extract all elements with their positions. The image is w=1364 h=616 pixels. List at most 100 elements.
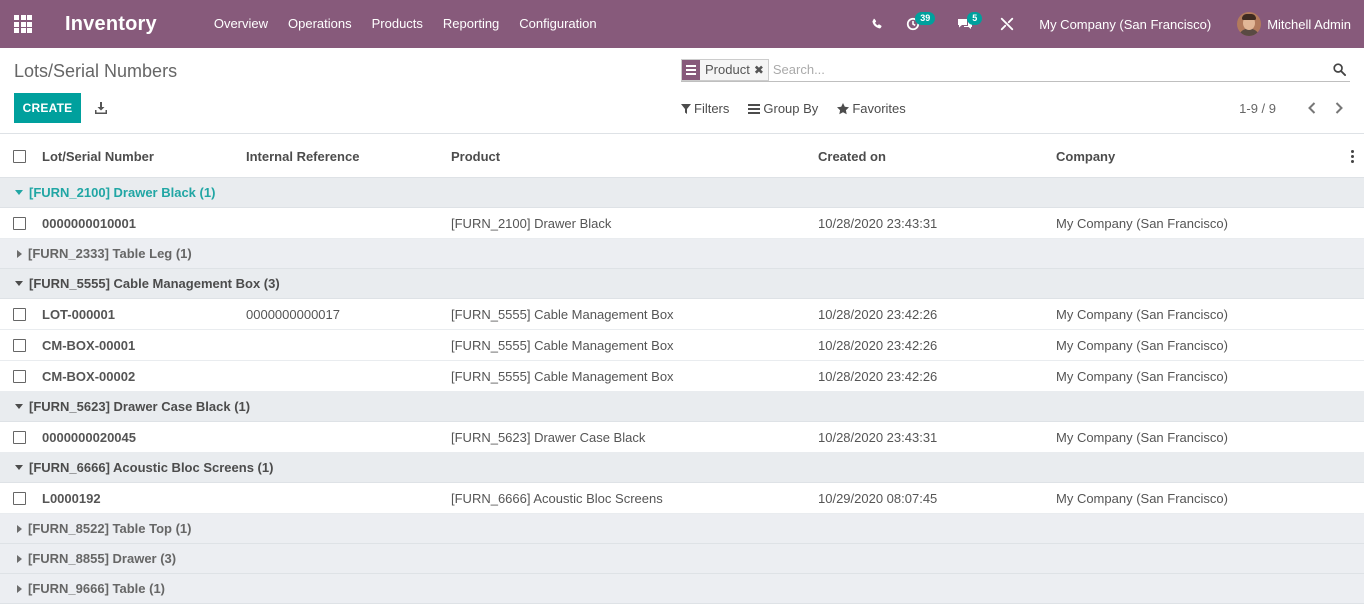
group-label: [FURN_9666] Table (1) — [28, 581, 166, 596]
debug-tools-icon[interactable] — [991, 0, 1023, 48]
user-name: Mitchell Admin — [1267, 16, 1351, 32]
table-row[interactable]: L0000192 [FURN_6666] Acoustic Bloc Scree… — [0, 483, 1364, 514]
table-row[interactable]: 0000000020045 [FURN_5623] Drawer Case Bl… — [0, 422, 1364, 453]
menu-item-overview[interactable]: Overview — [204, 0, 278, 48]
column-header-internal-reference[interactable]: Internal Reference — [246, 149, 451, 164]
cell-internal-reference: 0000000000017 — [246, 306, 340, 322]
group-label: [FURN_5555] Cable Management Box (3) — [29, 276, 280, 291]
cell-created-on: 10/28/2020 23:42:26 — [818, 337, 938, 353]
systray: 39 5 My Company (San Francisco) Mitchell… — [861, 0, 1364, 48]
cell-product: [FURN_5555] Cable Management Box — [451, 368, 674, 384]
table-row[interactable]: CM-BOX-00001 [FURN_5555] Cable Managemen… — [0, 330, 1364, 361]
cell-created-on: 10/29/2020 08:07:45 — [818, 490, 938, 506]
control-panel: Lots/Serial Numbers CREATE Product ✖ Fil… — [0, 48, 1364, 134]
filters-dropdown[interactable]: Filters — [681, 101, 729, 116]
search-input[interactable] — [772, 58, 1331, 81]
group-row[interactable]: [FURN_2100] Drawer Black (1) — [0, 178, 1364, 208]
search-bar: Product ✖ — [681, 58, 1350, 82]
main-menu: Overview Operations Products Reporting C… — [204, 0, 607, 48]
cell-company: My Company (San Francisco) — [1056, 429, 1228, 445]
group-row[interactable]: [FURN_5555] Cable Management Box (3) — [0, 269, 1364, 299]
row-checkbox[interactable] — [13, 369, 26, 383]
group-row[interactable]: [FURN_8855] Drawer (3) — [0, 544, 1364, 574]
phone-icon[interactable] — [861, 0, 893, 48]
search-facet: Product ✖ — [681, 58, 769, 81]
group-row[interactable]: [FURN_5623] Drawer Case Black (1) — [0, 392, 1364, 422]
cell-lot: CM-BOX-00001 — [42, 337, 136, 353]
pager-next-icon[interactable] — [1331, 100, 1347, 116]
row-checkbox[interactable] — [13, 430, 26, 444]
cell-lot: 0000000020045 — [42, 429, 136, 445]
menu-item-reporting[interactable]: Reporting — [433, 0, 509, 48]
column-header-lot[interactable]: Lot/Serial Number — [42, 149, 246, 164]
create-button[interactable]: CREATE — [14, 93, 81, 123]
caret-right-icon — [17, 584, 22, 593]
caret-right-icon — [17, 554, 22, 563]
cell-created-on: 10/28/2020 23:43:31 — [818, 215, 938, 231]
menu-item-operations[interactable]: Operations — [278, 0, 362, 48]
group-by-dropdown[interactable]: Group By — [748, 101, 818, 116]
filter-icon — [681, 103, 691, 114]
optional-columns-icon[interactable] — [1350, 150, 1354, 163]
facet-remove-icon[interactable]: ✖ — [754, 63, 768, 77]
download-icon[interactable] — [92, 99, 110, 117]
row-checkbox[interactable] — [13, 307, 26, 321]
search-icon[interactable] — [1331, 61, 1347, 79]
cell-company: My Company (San Francisco) — [1056, 337, 1228, 353]
cell-created-on: 10/28/2020 23:42:26 — [818, 368, 938, 384]
row-checkbox[interactable] — [13, 216, 26, 230]
pager-value[interactable]: 1-9 / 9 — [1239, 101, 1276, 116]
column-header-company[interactable]: Company — [1056, 149, 1336, 164]
message-count-badge: 5 — [967, 12, 983, 25]
filters-label: Filters — [694, 101, 730, 116]
top-navbar: Inventory Overview Operations Products R… — [0, 0, 1364, 48]
menu-item-configuration[interactable]: Configuration — [509, 0, 606, 48]
caret-right-icon — [17, 249, 22, 258]
breadcrumb: Lots/Serial Numbers — [14, 61, 178, 81]
row-checkbox[interactable] — [13, 491, 26, 505]
column-header-created-on[interactable]: Created on — [818, 149, 1056, 164]
app-menu-icon[interactable] — [0, 0, 46, 48]
cell-created-on: 10/28/2020 23:43:31 — [818, 429, 938, 445]
table-row[interactable]: 0000000010001 [FURN_2100] Drawer Black 1… — [0, 208, 1364, 239]
select-all-checkbox[interactable] — [13, 149, 26, 163]
cell-lot: CM-BOX-00002 — [42, 368, 136, 384]
app-title[interactable]: Inventory — [65, 13, 157, 36]
activity-count-badge: 39 — [915, 12, 936, 25]
group-label: [FURN_5623] Drawer Case Black (1) — [29, 399, 251, 414]
caret-down-icon — [15, 281, 23, 286]
user-menu[interactable]: Mitchell Admin — [1237, 12, 1351, 36]
group-label: [FURN_6666] Acoustic Bloc Screens (1) — [29, 460, 274, 475]
caret-down-icon — [15, 465, 23, 470]
table-row[interactable]: CM-BOX-00002 [FURN_5555] Cable Managemen… — [0, 361, 1364, 392]
row-checkbox[interactable] — [13, 338, 26, 352]
menu-item-products[interactable]: Products — [362, 0, 433, 48]
company-switcher[interactable]: My Company (San Francisco) — [1039, 17, 1211, 32]
table-row[interactable]: LOT-000001 0000000000017 [FURN_5555] Cab… — [0, 299, 1364, 330]
facet-value: Product — [705, 62, 750, 77]
lots-list-view: Lot/Serial Number Internal Reference Pro… — [0, 135, 1364, 604]
table-header: Lot/Serial Number Internal Reference Pro… — [0, 135, 1364, 178]
caret-down-icon — [15, 404, 23, 409]
group-label: [FURN_8522] Table Top (1) — [28, 521, 192, 536]
activity-clock-icon[interactable]: 39 — [897, 0, 936, 48]
group-label: [FURN_8855] Drawer (3) — [28, 551, 177, 566]
cell-product: [FURN_5555] Cable Management Box — [451, 306, 674, 322]
star-icon — [837, 102, 850, 114]
cell-created-on: 10/28/2020 23:42:26 — [818, 306, 938, 322]
pager-previous-icon[interactable] — [1304, 100, 1320, 116]
column-header-product[interactable]: Product — [451, 149, 818, 164]
cell-product: [FURN_5555] Cable Management Box — [451, 337, 674, 353]
favorites-dropdown[interactable]: Favorites — [837, 101, 906, 116]
cell-company: My Company (San Francisco) — [1056, 215, 1228, 231]
cell-product: [FURN_6666] Acoustic Bloc Screens — [451, 490, 663, 506]
group-row[interactable]: [FURN_9666] Table (1) — [0, 574, 1364, 604]
group-row[interactable]: [FURN_6666] Acoustic Bloc Screens (1) — [0, 453, 1364, 483]
cell-lot: LOT-000001 — [42, 306, 115, 322]
list-icon — [748, 103, 761, 114]
group-row[interactable]: [FURN_2333] Table Leg (1) — [0, 239, 1364, 269]
group-by-facet-icon — [682, 59, 700, 80]
messaging-icon[interactable]: 5 — [949, 0, 983, 48]
cell-company: My Company (San Francisco) — [1056, 490, 1228, 506]
group-row[interactable]: [FURN_8522] Table Top (1) — [0, 514, 1364, 544]
